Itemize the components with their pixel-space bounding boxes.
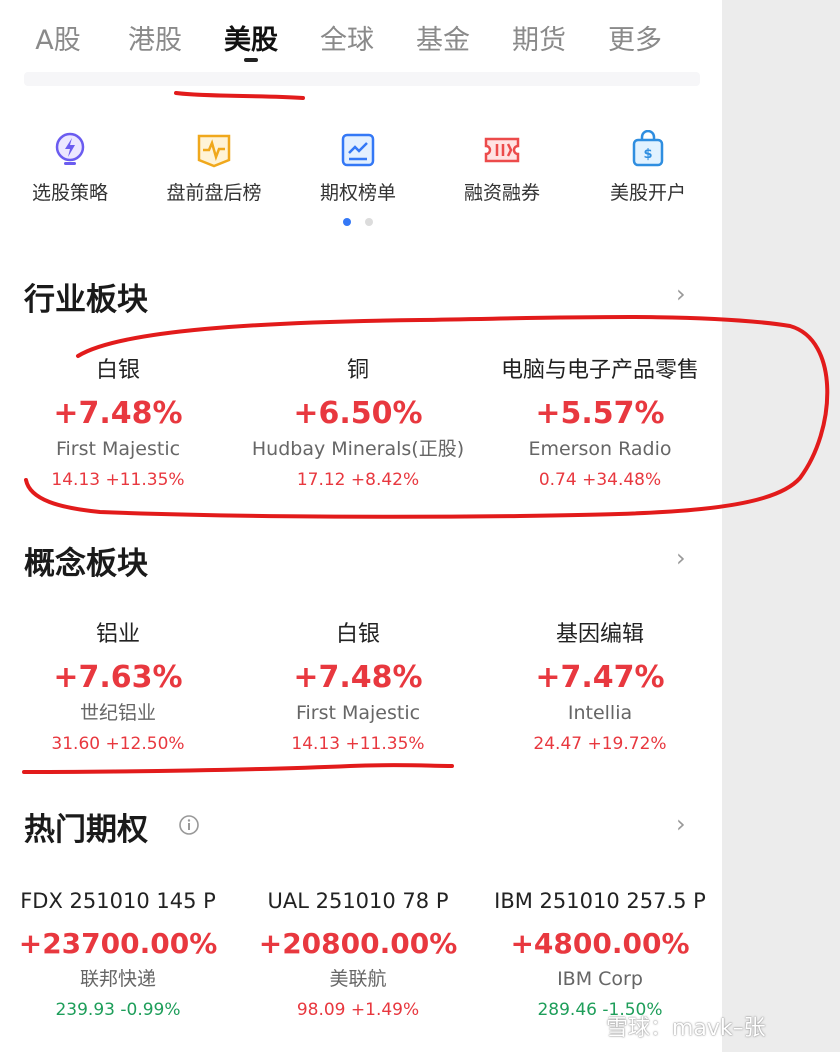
lead-stock-name: First Majestic (55, 438, 181, 460)
sector-name: 铜 (346, 358, 369, 383)
margin-ticket-icon (484, 137, 520, 163)
sector-change: +7.63% (53, 660, 183, 695)
sector-change: +6.50% (293, 396, 423, 431)
action-label: 期权榜单 (319, 182, 396, 204)
underlying-name: IBM Corp (557, 968, 643, 990)
sector-change: +7.47% (535, 660, 665, 695)
tab-divider (24, 72, 700, 86)
industry-card-silver[interactable]: 白银 +7.48% First Majestic 14.13 +11.35% (0, 356, 238, 494)
pager-dot-active (343, 218, 351, 226)
action-stock-strategy[interactable]: 选股策略 (0, 120, 140, 205)
tab-a-shares[interactable]: A股 (30, 18, 86, 56)
tab-funds[interactable]: 基金 (412, 18, 474, 56)
action-label: 盘前盘后榜 (166, 182, 262, 204)
option-contract: IBM 251010 257.5 P (494, 889, 706, 913)
account-bag-icon: $ (632, 130, 664, 167)
lead-stock-quote: 14.13 +11.35% (51, 470, 185, 490)
action-options-list[interactable]: 期权榜单 (288, 120, 428, 205)
lead-stock-name: Intellia (567, 702, 633, 724)
option-card-ibm[interactable]: IBM 251010 257.5 P +4800.00% IBM Corp 28… (480, 886, 720, 1024)
sector-change: +7.48% (293, 660, 423, 695)
option-change: +20800.00% (258, 927, 458, 960)
sector-change: +5.57% (535, 396, 665, 431)
lead-stock-quote: 17.12 +8.42% (296, 470, 420, 490)
concept-card-aluminum[interactable]: 铝业 +7.63% 世纪铝业 31.60 +12.50% (0, 620, 238, 758)
concept-card-gene-editing[interactable]: 基因编辑 +7.47% Intellia 24.47 +19.72% (480, 620, 720, 758)
industry-more-chevron-icon[interactable]: › (676, 280, 686, 308)
tab-futures[interactable]: 期货 (508, 18, 570, 56)
sector-name: 电脑与电子产品零售 (500, 358, 699, 383)
lead-stock-name: Hudbay Minerals(正股) (251, 438, 465, 460)
lead-stock-quote: 24.47 +19.72% (533, 734, 667, 754)
tab-us-stocks[interactable]: 美股 (220, 18, 282, 56)
side-margin (722, 0, 840, 1052)
lead-stock-quote: 31.60 +12.50% (51, 734, 185, 754)
concept-more-chevron-icon[interactable]: › (676, 544, 686, 572)
quick-actions: 选股策略 盘前盘后榜 期权榜单 融资融券 $ 美股开户 (0, 120, 722, 220)
action-margin-trading[interactable]: 融资融券 (432, 120, 572, 205)
sector-name: 白银 (335, 622, 380, 647)
options-more-chevron-icon[interactable]: › (676, 810, 686, 838)
action-open-us-account[interactable]: $ 美股开户 (578, 120, 718, 205)
underlying-quote: 239.93 -0.99% (55, 1000, 181, 1020)
strategy-bulb-icon (55, 132, 85, 165)
lead-stock-quote: 0.74 +34.48% (538, 470, 662, 490)
option-card-ual[interactable]: UAL 251010 78 P +20800.00% 美联航 98.09 +1.… (238, 886, 478, 1024)
underlying-name: 美联航 (329, 968, 387, 990)
lead-stock-quote: 14.13 +11.35% (291, 734, 425, 754)
action-label: 美股开户 (609, 182, 686, 204)
option-card-fdx[interactable]: FDX 251010 145 P +23700.00% 联邦快递 239.93 … (0, 886, 238, 1024)
sector-name: 基因编辑 (555, 622, 644, 647)
pager-dot (365, 218, 373, 226)
industry-card-copper[interactable]: 铜 +6.50% Hudbay Minerals(正股) 17.12 +8.42… (238, 356, 478, 494)
active-tab-indicator (244, 58, 258, 62)
industry-section-title: 行业板块 (24, 282, 148, 318)
svg-text:$: $ (643, 147, 652, 162)
underlying-quote: 98.09 +1.49% (296, 1000, 420, 1020)
lead-stock-name: 世纪铝业 (79, 702, 156, 724)
tab-hk-stocks[interactable]: 港股 (124, 18, 186, 56)
sector-change: +7.48% (53, 396, 183, 431)
options-chart-icon (341, 133, 375, 167)
sector-name: 铝业 (95, 622, 140, 647)
option-change: +23700.00% (18, 927, 218, 960)
actions-pager[interactable] (341, 218, 381, 228)
lead-stock-name: Emerson Radio (528, 438, 672, 460)
market-tabs: A股 港股 美股 全球 基金 期货 更多 (0, 0, 722, 80)
concept-section-title: 概念板块 (24, 546, 148, 582)
hot-options-section-title: 热门期权 (24, 812, 148, 848)
action-premarket-list[interactable]: 盘前盘后榜 (144, 120, 284, 205)
action-label: 选股策略 (31, 182, 108, 204)
industry-card-electronics-retail[interactable]: 电脑与电子产品零售 +5.57% Emerson Radio 0.74 +34.… (480, 356, 720, 494)
info-icon[interactable] (178, 814, 200, 836)
action-label: 融资融券 (463, 182, 540, 204)
underlying-name: 联邦快递 (79, 968, 156, 990)
option-contract: UAL 251010 78 P (267, 889, 449, 913)
premarket-chart-icon (197, 134, 231, 168)
market-panel: A股 港股 美股 全球 基金 期货 更多 选股策略 盘前盘后榜 期权榜单 融资融… (0, 0, 722, 1052)
sector-name: 白银 (95, 358, 140, 383)
concept-card-silver[interactable]: 白银 +7.48% First Majestic 14.13 +11.35% (238, 620, 478, 758)
watermark: 雪球：mavk–张 (606, 1016, 766, 1041)
lead-stock-name: First Majestic (295, 702, 421, 724)
option-change: +4800.00% (510, 927, 690, 960)
tab-global[interactable]: 全球 (316, 18, 378, 56)
tab-more[interactable]: 更多 (604, 18, 666, 56)
option-contract: FDX 251010 145 P (20, 889, 216, 913)
